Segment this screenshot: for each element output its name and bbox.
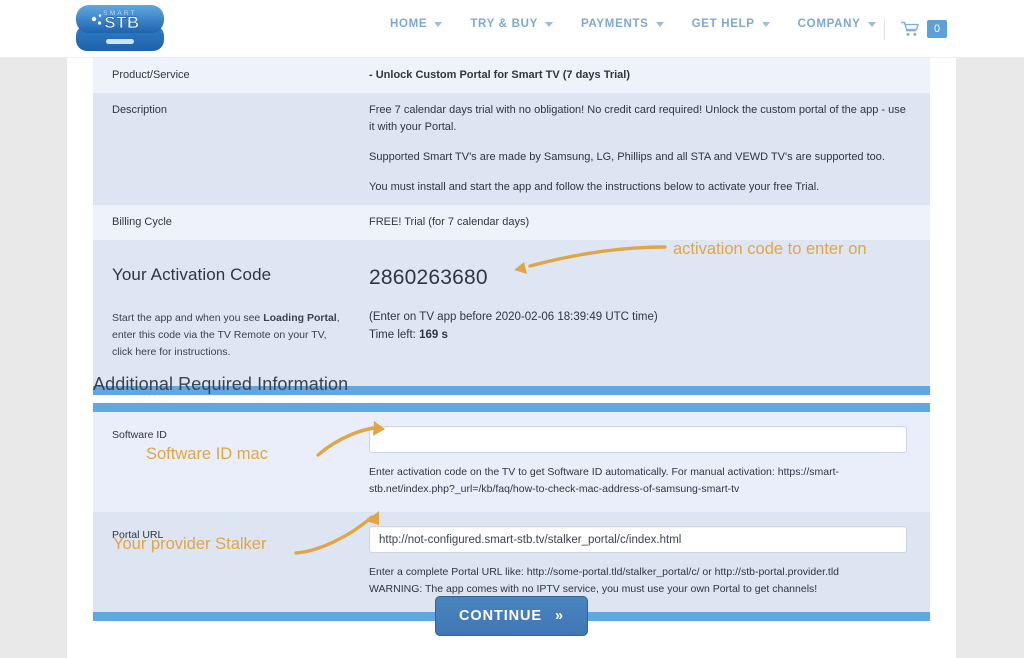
header-divider	[884, 18, 885, 40]
nav-item-payments[interactable]: PAYMENTS	[581, 18, 664, 30]
nav-item-label: HOME	[390, 18, 427, 30]
page-container: Product/Service - Unlock Custom Portal f…	[67, 58, 956, 658]
description-value: Free 7 calendar days trial with no oblig…	[369, 93, 930, 205]
software-id-hint: Enter activation code on the TV to get S…	[369, 464, 859, 498]
portal-url-hint-line1: Enter a complete Portal URL like: http:/…	[369, 566, 839, 578]
activation-left-column: Your Activation Code Start the app and w…	[93, 240, 369, 385]
cart-area[interactable]: 0	[901, 20, 947, 38]
activation-right-column: 2860263680 (Enter on TV app before 2020-…	[369, 240, 930, 385]
nav-item-label: COMPANY	[798, 18, 861, 30]
activation-code-value: 2860263680	[369, 262, 910, 295]
billing-cycle-label: Billing Cycle	[93, 205, 369, 240]
description-paragraph: Supported Smart TV's are made by Samsung…	[369, 149, 910, 166]
nav-item-label: TRY & BUY	[470, 18, 538, 30]
chevron-down-icon	[656, 22, 664, 27]
product-value-text: - Unlock Custom Portal for Smart TV (7 d…	[369, 69, 630, 81]
additional-top-bar	[93, 403, 930, 412]
chevron-down-icon	[545, 22, 553, 27]
page-title: Additional Required Information	[93, 374, 348, 395]
continue-button-label: CONTINUE	[459, 608, 542, 624]
site-header: SMART STB HOME TRY & BUY PAYMENTS GET HE…	[0, 0, 1024, 58]
software-id-body: Enter activation code on the TV to get S…	[369, 412, 930, 512]
svg-text:STB: STB	[104, 13, 140, 32]
nav-item-home[interactable]: HOME	[390, 18, 442, 30]
table-row-billing-cycle: Billing Cycle FREE! Trial (for 7 calenda…	[93, 205, 930, 240]
main-navigation: HOME TRY & BUY PAYMENTS GET HELP COMPANY	[390, 18, 876, 30]
chevron-down-icon	[434, 22, 442, 27]
billing-cycle-value: FREE! Trial (for 7 calendar days)	[369, 205, 930, 240]
activation-expiry: (Enter on TV app before 2020-02-06 18:39…	[369, 309, 910, 345]
nav-item-label: GET HELP	[692, 18, 755, 30]
description-paragraph: You must install and start the app and f…	[369, 179, 910, 196]
table-row-description: Description Free 7 calendar days trial w…	[93, 93, 930, 205]
portal-url-input[interactable]	[369, 526, 907, 553]
activation-expiry-line: (Enter on TV app before 2020-02-06 18:39…	[369, 311, 658, 323]
nav-item-label: PAYMENTS	[581, 18, 649, 30]
description-paragraph: Free 7 calendar days trial with no oblig…	[369, 102, 910, 136]
table-row-product: Product/Service - Unlock Custom Portal f…	[93, 58, 930, 93]
description-label: Description	[93, 93, 369, 205]
activation-help: Start the app and when you see Loading P…	[112, 310, 345, 362]
smart-stb-logo[interactable]: SMART STB	[70, 1, 170, 57]
nav-item-company[interactable]: COMPANY	[798, 18, 876, 30]
field-row-software-id: Software ID Enter activation code on the…	[93, 412, 930, 512]
software-id-label: Software ID	[93, 412, 369, 512]
nav-item-try-and-buy[interactable]: TRY & BUY	[470, 18, 553, 30]
cart-count-badge[interactable]: 0	[927, 20, 947, 38]
continue-button[interactable]: CONTINUE »	[435, 596, 588, 636]
activation-help-bold: Loading Portal	[263, 312, 337, 324]
double-chevron-right-icon: »	[555, 608, 564, 624]
software-id-input[interactable]	[369, 426, 907, 453]
continue-button-area: CONTINUE »	[67, 596, 956, 636]
time-left-label: Time left:	[369, 329, 419, 341]
product-label: Product/Service	[93, 58, 369, 93]
chevron-down-icon	[868, 22, 876, 27]
activation-code-row: Your Activation Code Start the app and w…	[93, 240, 930, 385]
activation-title: Your Activation Code	[112, 262, 345, 288]
product-value: - Unlock Custom Portal for Smart TV (7 d…	[369, 58, 930, 93]
nav-item-get-help[interactable]: GET HELP	[692, 18, 770, 30]
portal-url-hint-line2: WARNING: The app comes with no IPTV serv…	[369, 583, 817, 595]
additional-required-information: Software ID Enter activation code on the…	[93, 403, 930, 621]
logo-icon: SMART STB	[70, 1, 170, 57]
time-left-value: 169 s	[419, 329, 448, 341]
shopping-cart-icon[interactable]	[901, 21, 919, 37]
portal-url-hint: Enter a complete Portal URL like: http:/…	[369, 564, 859, 598]
activation-help-prefix: Start the app and when you see	[112, 312, 263, 324]
chevron-down-icon	[762, 22, 770, 27]
order-summary-table: Product/Service - Unlock Custom Portal f…	[93, 58, 930, 395]
